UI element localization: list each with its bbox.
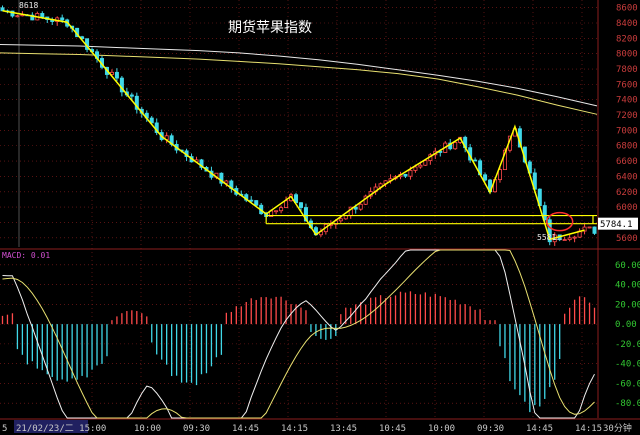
candle-body — [483, 174, 488, 181]
candle-body — [298, 202, 303, 208]
price-tick-label: 8200 — [616, 34, 638, 44]
time-axis-label: 14:15 — [281, 424, 308, 434]
price-tick-label: 7200 — [616, 111, 638, 121]
price-chart: 8600 8400 8200 8000 7800 7600 7400 7200 7000 6800… — [0, 0, 640, 435]
time-axis-label: 10:00 — [134, 424, 161, 434]
candle-body — [40, 13, 45, 18]
price-tick-label: 6200 — [616, 188, 638, 198]
candle-body — [274, 210, 279, 213]
time-axis-label: 13:45 — [330, 424, 357, 434]
candle-body — [60, 17, 65, 21]
candle-body — [473, 159, 478, 162]
candle-body — [423, 160, 428, 166]
macd-tick-label: -20.00 — [615, 340, 640, 350]
period-label: 30分钟 — [603, 422, 632, 434]
candle-body — [403, 173, 408, 177]
candle-body — [338, 218, 343, 222]
high-price-label: 8618 — [19, 1, 38, 10]
macd-tick-label: -40.00 — [615, 360, 640, 370]
candle-body — [284, 200, 289, 208]
macd-tick-label: -60.00 — [615, 379, 640, 389]
macd-tick-label: 0.00 — [615, 320, 637, 330]
time-axis-label: 10:45 — [379, 424, 406, 434]
time-axis-label: 09:30 — [183, 424, 210, 434]
chart-title: 期货苹果指数 — [228, 19, 312, 36]
price-tick-label: 8000 — [616, 50, 638, 60]
price-tick-label: 6600 — [616, 157, 638, 167]
time-axis-left-label: 5 — [2, 424, 7, 434]
low-price-label: 5581 — [537, 233, 556, 242]
current-price-label: 5784.1 — [600, 220, 633, 230]
price-tick-label: 8600 — [616, 4, 638, 14]
macd-tick-label: 60.00 — [615, 261, 640, 271]
candle-body — [279, 207, 284, 212]
price-tick-label: 6400 — [616, 172, 638, 182]
price-tick-label: 6000 — [616, 203, 638, 213]
candle-body — [249, 199, 254, 202]
candle-body — [587, 226, 592, 229]
candle-body — [562, 239, 567, 241]
macd-tick-label: 40.00 — [615, 281, 640, 291]
time-axis-label: 10:00 — [428, 424, 455, 434]
time-axis-label: 14:45 — [232, 424, 259, 434]
price-tick-label: 7800 — [616, 65, 638, 75]
candle-body — [358, 203, 363, 210]
price-tick-label: 6800 — [616, 142, 638, 152]
time-axis-label: 14:15 — [575, 424, 602, 434]
candle-body — [592, 226, 597, 234]
candle-body — [15, 15, 20, 18]
candle-body — [413, 166, 418, 171]
time-axis-label: 14:45 — [526, 424, 553, 434]
macd-value-label: MACD: 0.01 — [2, 251, 50, 260]
candle-body — [572, 236, 577, 239]
price-tick-label: 8400 — [616, 19, 638, 29]
time-axis-label: 09:30 — [477, 424, 504, 434]
price-tick-label: 7600 — [616, 80, 638, 90]
candle-body — [114, 71, 119, 79]
candle-body — [408, 169, 413, 177]
candle-body — [254, 200, 259, 206]
price-tick-label: 7000 — [616, 126, 638, 136]
macd-tick-label: -80.00 — [615, 399, 640, 409]
price-tick-label: 5600 — [616, 234, 638, 244]
candle-body — [453, 142, 458, 150]
time-axis-label: 21/02/23/二 15:00 — [16, 424, 106, 434]
candle-body — [567, 237, 572, 240]
candle-body — [129, 94, 134, 97]
candle-body — [418, 164, 423, 168]
price-tick-label: 7400 — [616, 96, 638, 106]
macd-tick-label: 20.00 — [615, 300, 640, 310]
